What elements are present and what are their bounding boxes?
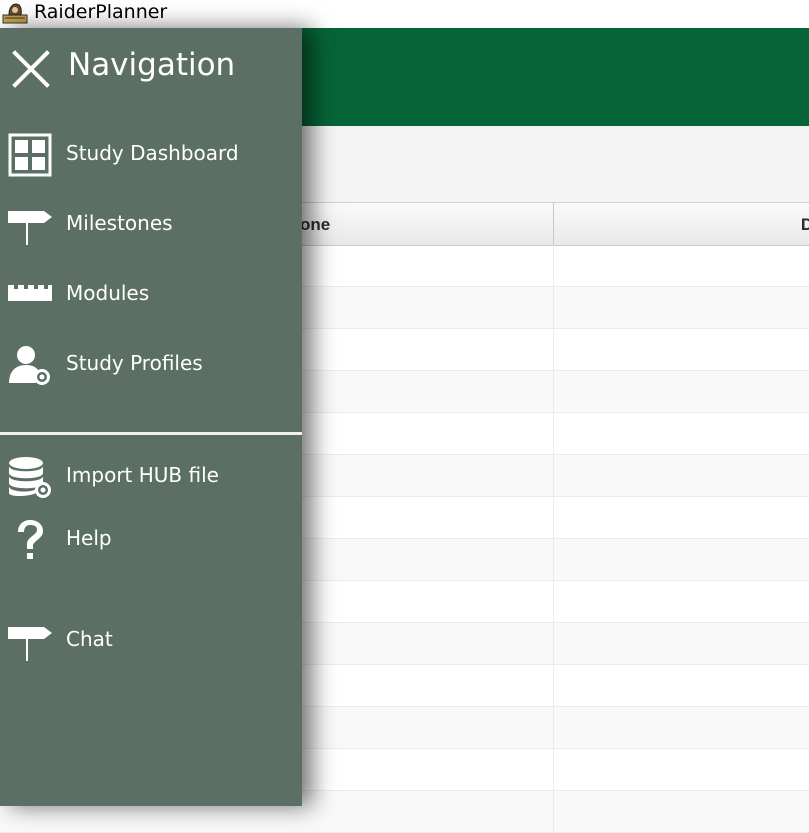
nav-item-milestones[interactable]: Milestones — [0, 197, 302, 253]
nav-item-help[interactable]: Help — [0, 512, 302, 568]
column-header-deadline-label: Dea — [801, 203, 809, 245]
row-divider — [553, 581, 554, 622]
user-settings-icon — [9, 346, 50, 385]
navigation-header: Navigation — [0, 28, 302, 108]
nav-item-label: Import HUB file — [66, 463, 219, 487]
nav-item-label: Study Dashboard — [66, 141, 239, 165]
nav-item-import-hub-file[interactable]: Import HUB file — [0, 449, 302, 505]
row-divider — [553, 665, 554, 706]
modules-icon — [8, 285, 52, 301]
nav-item-label: Study Profiles — [66, 351, 203, 375]
row-divider — [553, 413, 554, 454]
window-titlebar: RaiderPlanner — [0, 0, 809, 28]
nav-item-modules[interactable]: Modules — [0, 267, 302, 323]
dashboard-icon — [8, 133, 52, 177]
row-divider — [553, 329, 554, 370]
row-divider — [553, 455, 554, 496]
row-divider — [553, 539, 554, 580]
row-divider — [553, 497, 554, 538]
question-icon — [18, 520, 43, 559]
nav-item-study-profiles[interactable]: Study Profiles — [0, 337, 302, 393]
nav-item-label: Help — [66, 526, 112, 550]
nav-item-study-dashboard[interactable]: Study Dashboard — [0, 127, 302, 183]
row-divider — [553, 623, 554, 664]
close-icon[interactable] — [10, 48, 52, 90]
row-divider — [553, 245, 554, 286]
row-divider — [553, 749, 554, 790]
nav-item-label: Milestones — [66, 211, 173, 235]
nav-item-label: Modules — [66, 281, 150, 305]
navigation-title: Navigation — [68, 47, 236, 83]
row-divider — [553, 371, 554, 412]
column-header-deadline[interactable]: Dea — [553, 203, 809, 245]
navigation-separator — [0, 432, 302, 435]
row-divider — [553, 791, 554, 832]
row-divider — [553, 707, 554, 748]
nav-item-label: Chat — [66, 627, 113, 651]
navigation-drawer: Navigation Study Dashboard Milestones Mo… — [0, 28, 302, 806]
window-title: RaiderPlanner — [34, 1, 168, 23]
column-header-milestone[interactable]: one — [300, 203, 553, 245]
app-logo-icon — [2, 3, 28, 24]
signpost-icon — [8, 211, 52, 245]
database-settings-icon — [9, 457, 51, 498]
signpost-icon — [8, 627, 52, 661]
nav-item-chat[interactable]: Chat — [0, 613, 302, 669]
row-divider — [553, 287, 554, 328]
